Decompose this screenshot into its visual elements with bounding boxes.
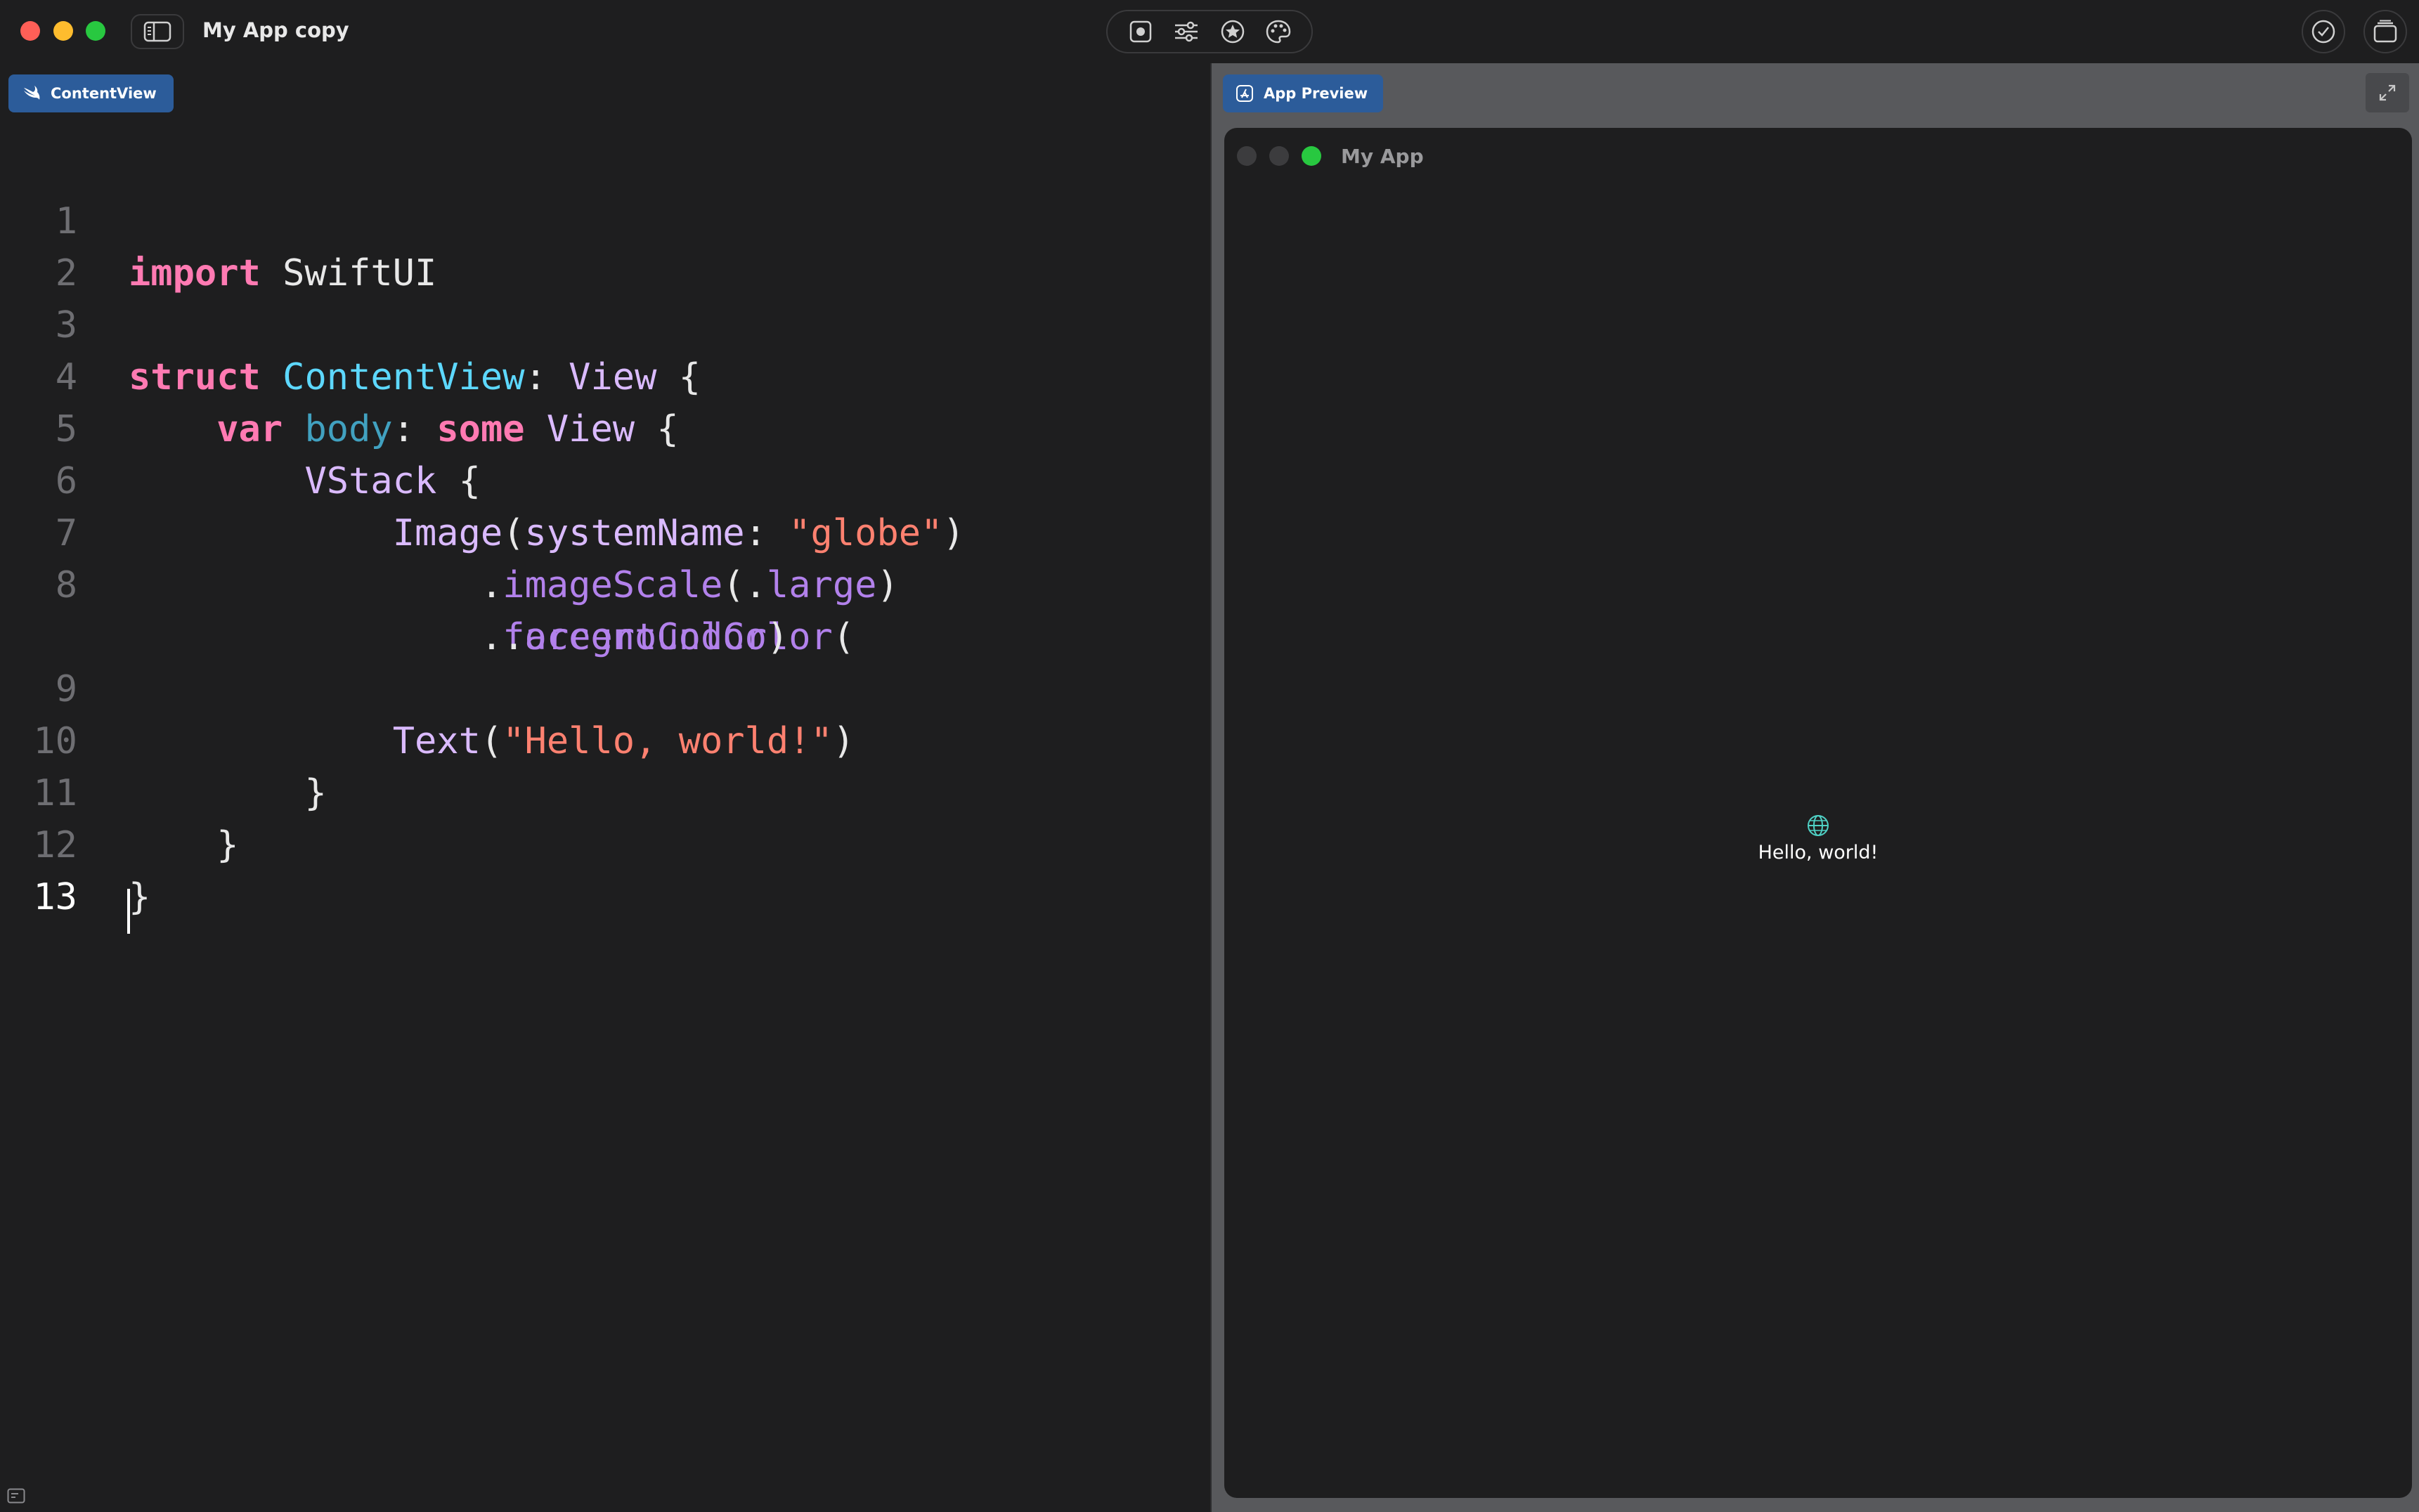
line-number: 13 — [33, 876, 77, 918]
app-store-icon — [1236, 85, 1253, 102]
code-line: 2 — [0, 195, 1210, 294]
checkmark-circle-icon — [2311, 20, 2335, 44]
app-maximize-button[interactable] — [1302, 146, 1321, 166]
code-line-wrapped: .accentColor) — [0, 559, 1210, 658]
expand-icon — [2379, 84, 2396, 101]
tab-app-preview[interactable]: App Preview — [1223, 74, 1384, 112]
favorites-button[interactable] — [1216, 15, 1250, 48]
sidebar-toggle-icon — [143, 21, 171, 42]
code-line: 8 .foregroundColor( — [0, 507, 1210, 658]
app-preview-window: My App Hello, world! — [1224, 128, 2412, 1498]
vstack-content: Hello, world! — [1224, 814, 2412, 863]
code-line: 9 Text("Hello, world!") — [0, 611, 1210, 762]
toolbar-group — [1106, 10, 1313, 53]
code-editor[interactable]: ContentView 1 import SwiftUI 2 3 struct … — [0, 63, 1210, 1512]
code-line: 3 struct ContentView: View { — [0, 247, 1210, 398]
console-icon[interactable] — [7, 1488, 25, 1504]
globe-icon — [1808, 815, 1829, 836]
code-line: 4 var body: some View { — [0, 299, 1210, 450]
code-line: 7 .imageScale(.large) — [0, 455, 1210, 606]
tab-contentview[interactable]: ContentView — [8, 74, 174, 112]
tab-contentview-label: ContentView — [51, 85, 157, 102]
validate-button[interactable] — [2302, 10, 2345, 53]
stack-button[interactable] — [2363, 10, 2407, 53]
minimize-window-button[interactable] — [53, 21, 73, 41]
app-minimize-button[interactable] — [1269, 146, 1289, 166]
star-badge-icon — [1221, 20, 1244, 44]
code-line: 11 } — [0, 715, 1210, 866]
record-button[interactable] — [1124, 15, 1157, 48]
code-line: 12 } — [0, 767, 1210, 918]
preview-pane: App Preview My App Hello, world! — [1212, 63, 2419, 1512]
record-icon — [1129, 20, 1151, 43]
text-cursor — [127, 889, 130, 934]
code-line: 10 } — [0, 663, 1210, 814]
tab-app-preview-label: App Preview — [1264, 85, 1368, 102]
close-window-button[interactable] — [20, 21, 40, 41]
app-window-title: My App — [1341, 145, 1424, 168]
app-close-button[interactable] — [1237, 146, 1257, 166]
window-title: My App copy — [202, 18, 349, 42]
code-line: 5 VStack { — [0, 351, 1210, 502]
stack-icon — [2373, 20, 2397, 43]
code-line: 6 Image(systemName: "globe") — [0, 403, 1210, 554]
title-bar: My App copy — [0, 0, 2419, 63]
code-line: 13 — [0, 819, 1210, 918]
code-line: 1 import SwiftUI — [0, 143, 1210, 294]
code-text: } — [129, 876, 151, 918]
maximize-window-button[interactable] — [86, 21, 105, 41]
sliders-icon — [1175, 21, 1198, 42]
appearance-button[interactable] — [1262, 15, 1295, 48]
sidebar-toggle-button[interactable] — [131, 14, 184, 49]
swift-icon — [24, 86, 40, 100]
hello-text: Hello, world! — [1758, 842, 1879, 863]
settings-sliders-button[interactable] — [1169, 15, 1203, 48]
palette-icon — [1266, 20, 1291, 44]
expand-preview-button[interactable] — [2366, 73, 2409, 112]
